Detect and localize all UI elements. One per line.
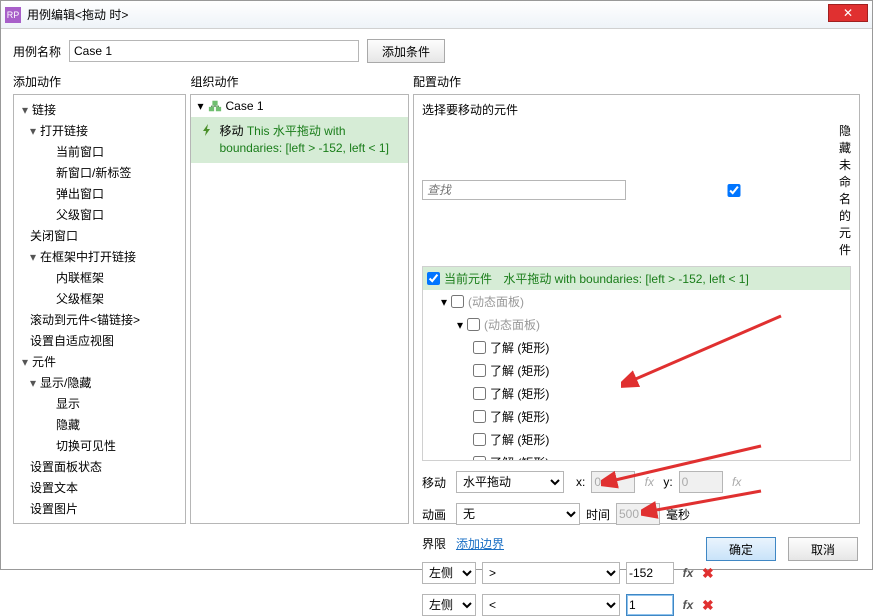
lightning-icon	[201, 124, 213, 136]
tree-parent-win[interactable]: 父级窗口	[16, 204, 183, 225]
move-label: 移动	[422, 474, 450, 491]
tree-show[interactable]: 显示	[16, 393, 183, 414]
widget-item[interactable]: 了解 (矩形)	[423, 336, 850, 359]
fx-icon[interactable]: fx	[641, 475, 657, 489]
bound2-value[interactable]	[626, 594, 674, 616]
widget-item[interactable]: 了解 (矩形)	[423, 359, 850, 382]
widget-tree[interactable]: 当前元件 水平拖动 with boundaries: [left > -152,…	[422, 266, 851, 461]
titlebar: RP 用例编辑<拖动 时> ✕	[1, 1, 872, 29]
close-button[interactable]: ✕	[828, 4, 868, 22]
bound2-op[interactable]: <	[482, 594, 620, 616]
anim-select[interactable]: 无	[456, 503, 580, 525]
case-name-label: 用例名称	[13, 43, 61, 60]
tree-set-image[interactable]: 设置图片	[16, 498, 183, 519]
tree-inline-frame[interactable]: 内联框架	[16, 267, 183, 288]
widget-item[interactable]: 了解 (矩形)	[423, 428, 850, 451]
tree-panel-state[interactable]: 设置面板状态	[16, 456, 183, 477]
widget-current[interactable]: 当前元件 水平拖动 with boundaries: [left > -152,…	[423, 267, 850, 290]
case-label: Case 1	[226, 99, 264, 113]
hide-unnamed-checkbox[interactable]: 隐藏未命名的元件	[632, 122, 851, 258]
tree-widgets[interactable]: 元件	[16, 351, 183, 372]
widget-dp[interactable]: ▾(动态面板)	[423, 290, 850, 313]
fx-button[interactable]: fx	[680, 598, 696, 612]
add-action-header: 添加动作	[13, 73, 186, 94]
x-label: x:	[576, 475, 585, 489]
widget-dp2[interactable]: ▾(动态面板)	[423, 313, 850, 336]
move-action[interactable]: 移动 This 水平拖动 with boundaries: [left > -1…	[191, 117, 408, 163]
tree-set-adaptive[interactable]: 设置自适应视图	[16, 330, 183, 351]
tree-parent-frame[interactable]: 父级框架	[16, 288, 183, 309]
tree-set-selected[interactable]: 设置选中	[16, 519, 183, 523]
widget-item[interactable]: 了解 (矩形)	[423, 405, 850, 428]
y-input[interactable]	[679, 471, 723, 493]
move-type-select[interactable]: 水平拖动	[456, 471, 564, 493]
time-label: 时间	[586, 506, 610, 523]
bound1-value[interactable]	[626, 562, 674, 584]
action-prefix: 移动	[219, 124, 246, 138]
time-input[interactable]	[616, 503, 660, 525]
cancel-button[interactable]: 取消	[788, 537, 858, 561]
case-name-input[interactable]	[69, 40, 359, 62]
tree-show-hide[interactable]: 显示/隐藏	[16, 372, 183, 393]
y-label: y:	[663, 475, 672, 489]
app-icon: RP	[5, 7, 21, 23]
case-node[interactable]: ▾ Case 1	[191, 95, 408, 117]
add-condition-button[interactable]: 添加条件	[367, 39, 445, 63]
ok-button[interactable]: 确定	[706, 537, 776, 561]
widget-check[interactable]	[427, 272, 440, 285]
add-boundary-link[interactable]: 添加边界	[456, 535, 504, 552]
tree-new-win[interactable]: 新窗口/新标签	[16, 162, 183, 183]
tree-cur-win[interactable]: 当前窗口	[16, 141, 183, 162]
org-action-header: 组织动作	[190, 73, 409, 94]
bound1-op[interactable]: >	[482, 562, 620, 584]
cfg-action-header: 配置动作	[413, 73, 860, 94]
delete-bound-icon[interactable]: ✖	[702, 565, 714, 582]
caret-icon: ▾	[197, 99, 203, 113]
delete-bound-icon[interactable]: ✖	[702, 597, 714, 614]
widget-item[interactable]: 了解 (矩形)	[423, 451, 850, 461]
bound2-side[interactable]: 左侧	[422, 594, 476, 616]
select-widget-label: 选择要移动的元件	[422, 101, 851, 118]
tree-close-win[interactable]: 关闭窗口	[16, 225, 183, 246]
search-input[interactable]	[422, 180, 626, 200]
x-input[interactable]	[591, 471, 635, 493]
ms-label: 毫秒	[666, 506, 690, 523]
tree-hide[interactable]: 隐藏	[16, 414, 183, 435]
tree-links[interactable]: 链接	[16, 99, 183, 120]
tree-toggle[interactable]: 切换可见性	[16, 435, 183, 456]
limit-label: 界限	[422, 535, 450, 552]
tree-scroll-to[interactable]: 滚动到元件<锚链接>	[16, 309, 183, 330]
widget-item[interactable]: 了解 (矩形)	[423, 382, 850, 405]
bound1-side[interactable]: 左侧	[422, 562, 476, 584]
window-title: 用例编辑<拖动 时>	[27, 6, 128, 23]
tree-popup[interactable]: 弹出窗口	[16, 183, 183, 204]
fx-button[interactable]: fx	[680, 566, 696, 580]
action-tree[interactable]: 链接 打开链接 当前窗口 新窗口/新标签 弹出窗口 父级窗口 关闭窗口 在框架中…	[14, 95, 185, 523]
anim-label: 动画	[422, 506, 450, 523]
tree-open-link[interactable]: 打开链接	[16, 120, 183, 141]
tree-set-text[interactable]: 设置文本	[16, 477, 183, 498]
tree-open-in-frame[interactable]: 在框架中打开链接	[16, 246, 183, 267]
case-icon	[208, 99, 222, 113]
fx-icon[interactable]: fx	[729, 475, 745, 489]
